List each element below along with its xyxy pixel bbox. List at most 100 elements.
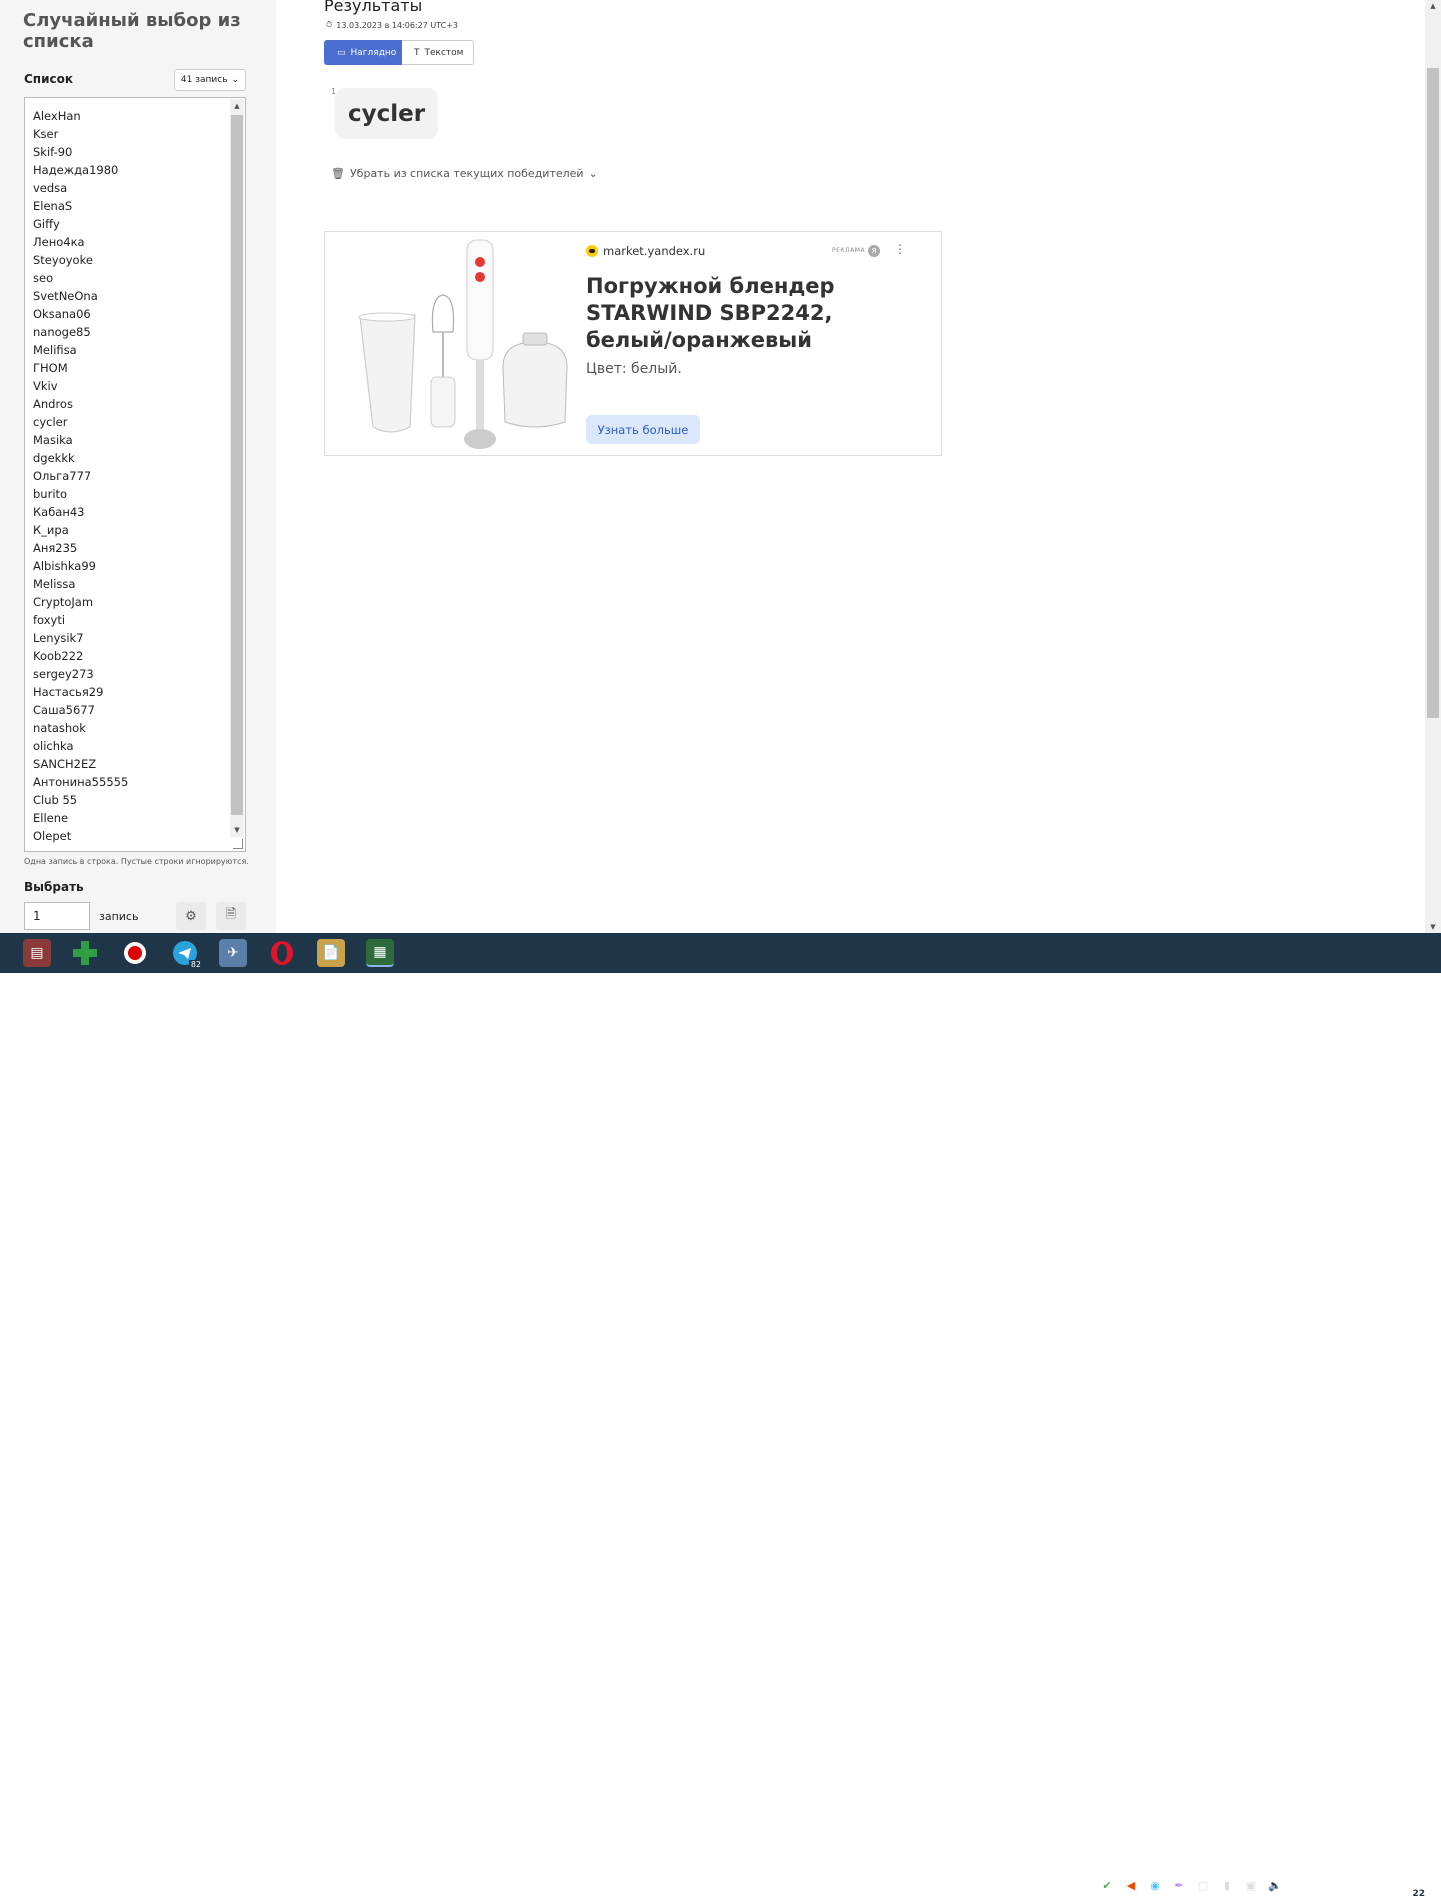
taskbar-app-remote-icon[interactable]: ✈ [219,939,247,967]
list-item: AlexHan [33,109,81,123]
taskbar-app-files-icon[interactable]: 📄 [317,939,345,967]
market-logo-icon [586,245,598,257]
list-item: Melifisa [33,343,77,357]
page-title: Случайный выбор из списка [23,10,241,52]
ad-banner[interactable]: market.yandex.ru РЕКЛАМА Я ⋮ Погружной б… [324,231,942,456]
clock-date[interactable]: 13.03.2023 [1329,1888,1392,1901]
scroll-up-arrow-icon[interactable]: ▲ [1425,2,1441,10]
page-scrollbar-thumb[interactable] [1427,68,1439,718]
list-item: Vkiv [33,379,58,393]
winner-chip: cycler [335,88,438,139]
ad-headline[interactable]: Погружной блендер STARWIND SBP2242, белы… [586,273,886,354]
ad-domain[interactable]: market.yandex.ru [586,244,705,258]
list-item: Club 55 [33,793,78,807]
list-item: dgekkk [33,451,75,465]
list-item: Olepet [33,829,72,843]
ad-domain-text: market.yandex.ru [603,244,706,258]
trash-list-icon: 🗑 [331,167,345,180]
speaker-tray-icon[interactable]: 🔈 [1267,1878,1283,1894]
taskbar-app-opera-icon[interactable] [268,939,296,967]
entries-textarea[interactable]: AlexHan Kser Skif-90 Надежда1980 vedsa ElenaS… [24,97,246,852]
remove-winners-dropdown[interactable]: 🗑 Убрать из списка текущих победителей ⌄ [331,167,598,180]
page-scrollbar[interactable]: ▲ ▼ [1425,0,1441,933]
browser-page: Случайный выбор из списка Список 41 запи… [0,0,1441,933]
scrollbar-thumb[interactable] [231,115,243,815]
clock-time[interactable]: 14:06 [1341,1870,1373,1883]
security-tray-icon[interactable]: ✔ [1099,1878,1115,1894]
blender-product-image [358,239,568,449]
tab-visual-label: Наглядно [350,47,397,58]
entry-count-dropdown[interactable]: 41 запись ⌄ [174,69,246,91]
network-tray-icon[interactable]: ▣ [1243,1878,1259,1894]
list-item: seo [33,271,54,285]
tab-text[interactable]: T Текстом [402,40,474,65]
scroll-up-arrow-icon[interactable]: ▲ [230,99,244,113]
telegram-badge: 82 [188,960,203,969]
list-item: sergey273 [33,667,94,681]
taskbar-app-telegram-icon[interactable]: 82 [171,939,203,969]
list-item: Аня235 [33,541,78,555]
text-icon: T [414,47,420,58]
sidebar: Случайный выбор из списка Список 41 запи… [0,0,276,933]
scroll-down-arrow-icon[interactable]: ▼ [1425,923,1441,931]
entries-hint: Одна запись в строка. Пустые строки игно… [24,857,249,866]
list-item: Andros [33,397,73,411]
ad-tag: РЕКЛАМА [832,247,866,254]
list-item: Ольга777 [33,469,92,483]
taskbar-app-spreadsheet-icon[interactable]: ▦ [366,939,394,967]
ad-cta-button[interactable]: Узнать больше [586,415,700,444]
remove-winners-label: Убрать из списка текущих победителей [349,167,584,180]
view-tabs: ▭ Наглядно T Текстом [324,40,474,65]
taskbar-app-archive-icon[interactable]: ▤ [23,939,51,967]
list-item: Steyoyoke [33,253,93,267]
list-item: Skif-90 [33,145,73,159]
kebab-menu-icon[interactable]: ⋮ [894,242,906,256]
list-item: Kser [33,127,59,141]
clock-icon: ⏱ [326,20,333,29]
choose-count-input[interactable]: 1 [24,902,90,930]
list-item: Саша5677 [33,703,95,717]
gear-icon: ⚙ [185,908,197,924]
list-item: natashok [33,721,86,735]
list-item: Albishka99 [33,559,96,573]
taskbar-app-recorder-icon[interactable] [121,939,149,967]
list-item: Masika [33,433,73,447]
language-indicator[interactable]: ENG [1293,1879,1317,1892]
list-item: Melissa [33,577,76,591]
settings-button[interactable]: ⚙ [176,902,206,930]
window-tray-icon[interactable]: □ [1195,1878,1211,1894]
list-item: nanoge85 [33,325,91,339]
list-item: cycler [33,415,68,429]
chevron-down-icon: ⌄ [231,75,240,85]
export-button[interactable]: 🗎 [216,902,246,930]
notifications-button[interactable]: ☰ 22 [1402,1875,1428,1899]
taskbar-app-pharmacy-icon[interactable] [71,939,99,967]
usb-tray-icon[interactable]: ▮ [1219,1878,1235,1894]
list-item: Lenysik7 [33,631,84,645]
list-item: burito [33,487,68,501]
timestamp-text: 13.03.2023 в 14:06:27 UTC+3 [336,20,458,30]
list-item: Giffy [33,217,60,231]
volume-mute-tray-icon[interactable]: ◀ [1123,1878,1139,1894]
resize-handle-icon[interactable] [233,839,243,849]
list-item: olichka [33,739,74,753]
ad-info-icon[interactable]: Я [868,245,880,257]
monitor-icon: ▭ [337,47,346,58]
list-item: vedsa [33,181,68,195]
list-item: К_ира [33,523,69,537]
network-globe-tray-icon[interactable]: ◉ [1147,1878,1163,1894]
list-label: Список [24,72,74,86]
list-item: SANCH2EZ [33,757,97,771]
list-item: Ellene [33,811,69,825]
results-timestamp: ⏱ 13.03.2023 в 14:06:27 UTC+3 [326,20,458,30]
taskbar: ▤ 82 ✈ 📄 ▦ ✔ ◀ ◉ ✒ □ ▮ ▣ 🔈 ENG 14:06 13.… [0,933,1441,1901]
tab-text-label: Текстом [424,47,464,58]
scroll-down-arrow-icon[interactable]: ▼ [230,823,244,837]
list-item: Кабан43 [33,505,85,519]
list-item: foxyti [33,613,66,627]
tab-visual[interactable]: ▭ Наглядно [324,40,402,65]
chevron-down-icon: ⌄ [588,167,598,180]
textarea-scrollbar[interactable]: ▲ ▼ [230,99,244,837]
pen-tray-icon[interactable]: ✒ [1171,1878,1187,1894]
entries-list: AlexHan Kser Skif-90 Надежда1980 vedsa ElenaS… [33,107,128,845]
